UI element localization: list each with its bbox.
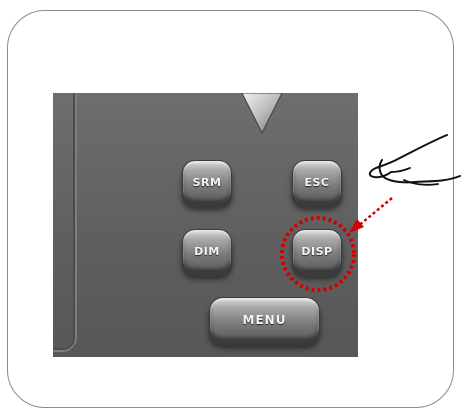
dim-button-label: DIM	[194, 244, 220, 258]
menu-button-label: MENU	[242, 312, 287, 327]
disp-button[interactable]: DISP	[292, 229, 342, 273]
panel-bezel-edge	[53, 93, 75, 350]
esc-button[interactable]: ESC	[292, 160, 342, 204]
disp-button-label: DISP	[301, 244, 333, 258]
down-triangle-icon	[241, 93, 283, 135]
srm-button-label: SRM	[192, 175, 222, 189]
dim-button[interactable]: DIM	[182, 229, 232, 273]
menu-button[interactable]: MENU	[209, 297, 320, 342]
esc-button-label: ESC	[304, 175, 330, 189]
srm-button[interactable]: SRM	[182, 160, 232, 204]
